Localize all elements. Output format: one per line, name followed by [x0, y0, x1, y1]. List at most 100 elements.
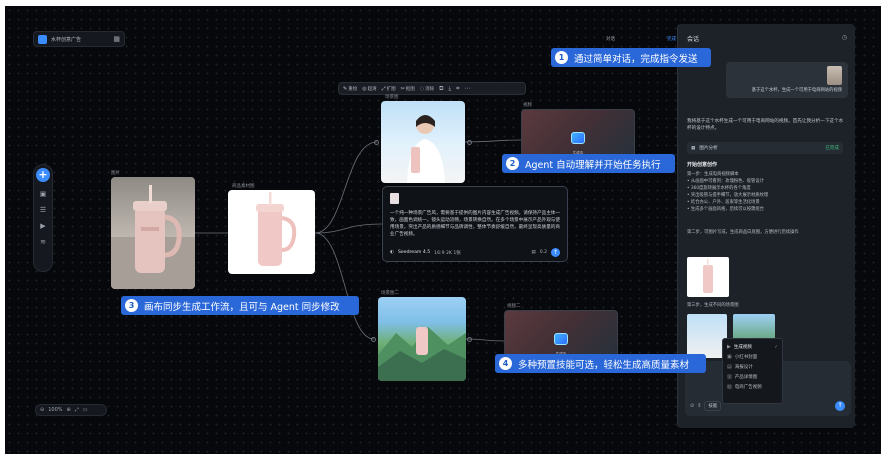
send-button[interactable]: ↑ [835, 401, 845, 411]
cup-white-image [256, 192, 297, 266]
hd-button[interactable]: ◎ 超清 [362, 86, 376, 92]
user-message: 基于这个水杯，生成一个可用于电商网站的视频 [726, 62, 848, 98]
skill-option-cover[interactable]: ▣ 小红书封面 [723, 352, 782, 362]
canvas-app: 水杯创意广告 ▦ ✎ 重绘 ◎ 超清 ⤢ 扩图 ✂ 抠图 ◌ 消除 ⧉ ⤓ ⌗ ⋯ + ▣… [5, 6, 881, 454]
logo-icon [38, 34, 47, 44]
crop-icon[interactable]: ⌗ [456, 85, 459, 93]
download-icon[interactable]: ⤓ [448, 85, 451, 93]
step3-text: 第三步，生成不同的场景图 [687, 303, 739, 308]
scene-image-node[interactable] [381, 101, 465, 183]
params-select[interactable]: 16:9 2K 1张 [434, 250, 461, 256]
callout-4: 4 多种预置技能可选，轻松生成高质量素材 [495, 354, 706, 373]
video-generate-icon [554, 333, 568, 345]
prompt-text-node[interactable]: 一个纯一种场景广告风，需要基于提供的图片内容生成广告视频。请保持产品主体一致，画… [382, 186, 568, 262]
callout-number: 4 [499, 357, 512, 370]
cutout-icon: ✂ [400, 85, 405, 92]
model-select[interactable]: Seedream 4.5 [398, 250, 430, 255]
plan-bullet: • 突出吸管与提手细节，放大展示材质纹理 [687, 193, 769, 198]
photo-node-label: 图片 [111, 171, 120, 176]
text-icon[interactable]: ☰ [40, 206, 46, 214]
product-white-node[interactable] [228, 190, 315, 274]
scene-node-label: 场景图 [385, 95, 399, 100]
plan-bullet: 第一步：生成电商视频脚本 [687, 172, 739, 177]
cup-photo-image [111, 185, 195, 289]
layers-icon[interactable]: ≋ [40, 238, 46, 246]
erase-button[interactable]: ◌ 消除 [420, 86, 434, 92]
hd-icon: ◎ [362, 85, 367, 92]
dialog-tab[interactable]: 对话 [606, 36, 615, 42]
plan-bullet: • 生成多个画面风格，后续可以按需组合 [687, 207, 764, 212]
mountain-scene-image [378, 327, 466, 381]
model-icon: ◐ [390, 250, 395, 255]
user-message-text: 基于这个水杯，生成一个可用于电商网站的视频 [751, 88, 842, 93]
callout-text: Agent 自动理解并开始任务执行 [525, 159, 661, 171]
send-icon[interactable]: ↑ [551, 248, 560, 257]
photo-node[interactable] [111, 177, 195, 289]
voice-icon[interactable]: ⦀ [698, 403, 700, 409]
expand-button[interactable]: ⤢ 扩图 [382, 86, 396, 92]
prompt-text: 一个纯一种场景广告风，需要基于提供的图片内容生成广告视频。请保持产品主体一致，画… [390, 211, 560, 237]
cutout-button[interactable]: ✂ 抠图 [401, 86, 415, 92]
attach-icon[interactable]: ⊘ [690, 403, 694, 409]
add-icon[interactable]: + [36, 168, 50, 182]
video1-node-label: 视频 [523, 103, 532, 108]
skill-option-ad[interactable]: ▧ 电商广告视频 [723, 382, 782, 392]
section-title: 开始创意创作 [687, 162, 718, 168]
check-icon: ✓ [774, 344, 778, 350]
skill-option-video[interactable]: ▶ 生成视频 ✓ [723, 342, 782, 352]
erase-icon: ◌ [419, 85, 425, 92]
skill-button[interactable]: 技能 [704, 401, 722, 411]
zoom-value: 100% [48, 407, 63, 413]
project-name: 水杯创意广告 [51, 36, 82, 43]
grid-icon[interactable]: ▦ [113, 35, 120, 43]
project-tag[interactable]: 水杯创意广告 ▦ [33, 31, 125, 47]
plan-bullet: • 360度旋转展示水杯的各个角度 [687, 186, 751, 191]
user-attachment-thumbnail[interactable] [827, 66, 842, 85]
agent-reply: 我将基于这个水杯生成一个可用于电商网站的视频。首先让我分析一下这个水杯的设计特点… [687, 119, 844, 131]
redraw-button[interactable]: ✎ 重绘 [343, 86, 357, 92]
minimap-icon[interactable]: ▭ [83, 407, 88, 413]
video-generate-icon [571, 132, 585, 144]
video-icon[interactable]: ▶ [40, 222, 45, 230]
expand-icon: ⤢ [381, 85, 386, 92]
prompt-thumbnail [390, 193, 399, 204]
zoom-in-icon[interactable]: ⊕ [67, 407, 71, 413]
skill-option-detail[interactable]: ▥ 产品详情图 [723, 372, 782, 382]
analysis-step[interactable]: ▦ 图片分析 已完成 [687, 142, 843, 154]
video2-node-label: 视频二 [507, 304, 521, 309]
image-icon[interactable]: ▣ [40, 190, 47, 198]
credit-count: 0.2 [539, 250, 547, 255]
image-icon: ▣ [727, 354, 732, 360]
panel-product-image[interactable] [687, 257, 729, 297]
zoom-out-icon[interactable]: ⊖ [40, 407, 44, 413]
connector-port[interactable] [467, 337, 472, 342]
prompt-footer: ◐ Seedream 4.5 16:9 2K 1张 ▤ 0.2 ↑ [390, 248, 560, 257]
panel-scene-image[interactable] [687, 314, 727, 358]
history-icon[interactable]: ◷ [842, 34, 847, 41]
connector-port[interactable] [467, 140, 472, 145]
skill-option-poster[interactable]: ▤ 海报设计 [723, 362, 782, 372]
connector-port[interactable] [371, 337, 376, 342]
detail-icon: ▥ [727, 374, 732, 380]
done-tab[interactable]: 完成 [667, 36, 676, 42]
callout-number: 1 [555, 51, 568, 64]
cup-thumb-image [703, 259, 713, 293]
connector-port[interactable] [374, 140, 379, 145]
more-icon[interactable]: ⋯ [465, 85, 471, 92]
zoom-control: ⊖ 100% ⊕ ⤢ ▭ [35, 404, 107, 416]
scene2-image-node[interactable] [378, 297, 466, 381]
fit-icon[interactable]: ⤢ [75, 407, 79, 413]
plan-bullet: • 结合办公、户外、居家等生活化场景 [687, 200, 760, 205]
left-toolbar: + ▣ ☰ ▶ ≋ [33, 164, 53, 272]
redraw-icon: ✎ [343, 85, 348, 92]
callout-number: 3 [125, 299, 138, 312]
callout-2: 2 Agent 自动理解并开始任务执行 [502, 154, 675, 173]
credit-icon: ▤ [531, 250, 536, 255]
copy-icon[interactable]: ⧉ [439, 85, 443, 93]
panel-topbar: 对话 完成 [606, 33, 676, 45]
callout-text: 通过简单对话，完成指令发送 [574, 53, 698, 65]
callout-text: 多种预置技能可选，轻松生成高质量素材 [518, 359, 690, 371]
analysis-status: 已完成 [825, 146, 839, 151]
skill-dropdown: ▶ 生成视频 ✓ ▣ 小红书封面 ▤ 海报设计 ▥ 产品详情图 ▧ 电商广告视频 [722, 338, 783, 404]
callout-text: 画布同步生成工作流，且可与 Agent 同步修改 [144, 301, 340, 313]
